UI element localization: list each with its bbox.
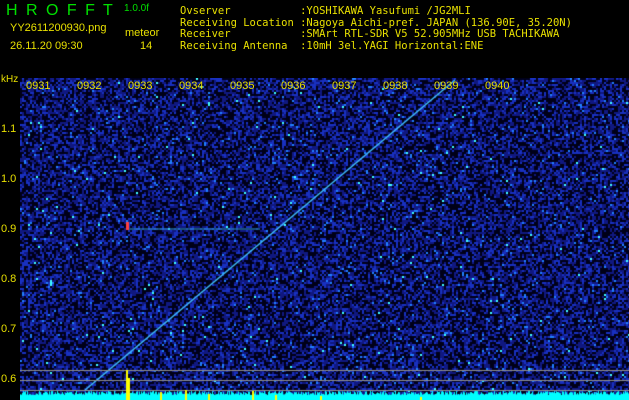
- unit-label: kHz: [1, 74, 19, 85]
- time-label: 0938: [383, 80, 408, 92]
- info-antenna: Receiving Antenna :10mH 3el.YAGI Horizon…: [180, 39, 484, 52]
- time-label: 0939: [434, 80, 459, 92]
- freq-label: 1.1: [1, 123, 17, 135]
- time-label: 0931: [26, 80, 51, 92]
- filename: YY2611200930.png: [10, 22, 107, 34]
- info-receiver: Receiver :SMArt RTL-SDR V5 52.905MHz USB…: [180, 28, 560, 40]
- freq-label: 0.7: [1, 323, 17, 335]
- time-label: 0933: [128, 80, 153, 92]
- time-label: 0932: [77, 80, 102, 92]
- spectrogram: [20, 78, 629, 400]
- meteor-count: 14: [140, 40, 153, 52]
- freq-label: 0.6: [1, 373, 17, 385]
- app-version: 1.0.0f: [124, 3, 150, 14]
- time-label: 0937: [332, 80, 357, 92]
- freq-label: 0.8: [1, 273, 17, 285]
- info-observer: Ovserver :YOSHIKAWA Yasufumi /JG2MLI: [180, 5, 471, 17]
- station-info: Ovserver :YOSHIKAWA Yasufumi /JG2MLI Rece…: [180, 5, 572, 52]
- mode-label: meteor: [125, 27, 160, 39]
- time-label: 0936: [281, 80, 306, 92]
- time-label: 0934: [179, 80, 204, 92]
- datetime: 26.11.20 09:30: [10, 40, 83, 52]
- freq-label: 0.9: [1, 223, 17, 235]
- app-title: H R O F F T: [6, 2, 115, 19]
- time-label: 0940: [485, 80, 510, 92]
- freq-label: 1.0: [1, 173, 17, 185]
- time-label: 0935: [230, 80, 255, 92]
